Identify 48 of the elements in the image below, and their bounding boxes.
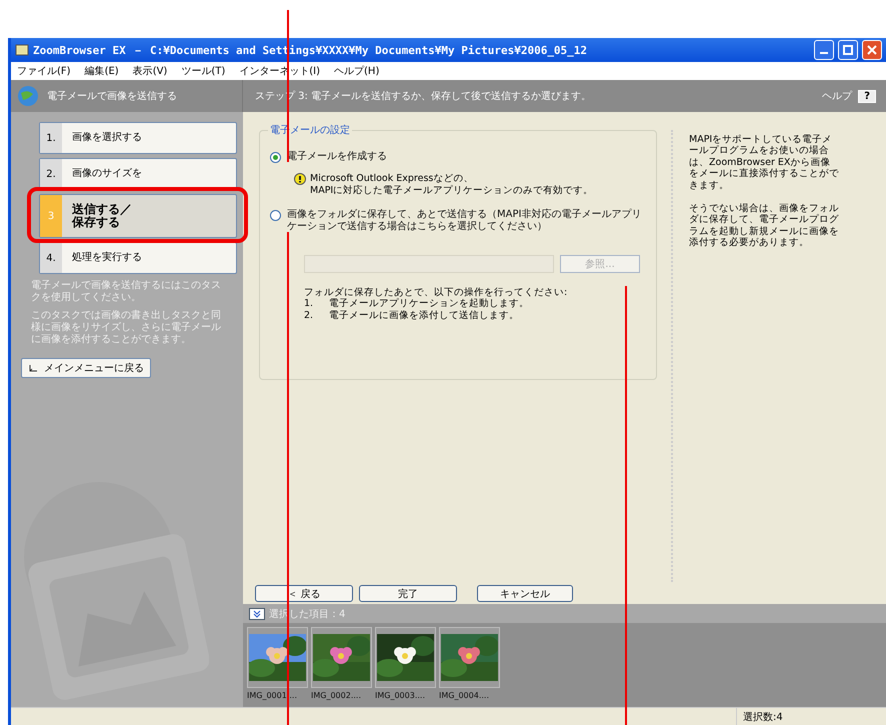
radio-label: 電子メールを作成する <box>287 151 388 163</box>
instructions-text: フォルダに保存したあとで、以下の操作を行ってください: <box>304 286 568 298</box>
selection-count: 選択数:4 <box>736 708 886 725</box>
menu-item[interactable]: ツール(T) <box>181 64 226 78</box>
step-button[interactable]: 3 送信する／保存する <box>39 194 237 238</box>
app-icon <box>15 43 29 57</box>
menu-item[interactable]: ヘルプ(H) <box>334 64 380 78</box>
step-number: 1. <box>304 298 314 310</box>
return-arrow-icon <box>28 363 38 373</box>
thumbnail-caption: IMG_0003.... <box>375 691 426 700</box>
help-button[interactable]: ? <box>858 90 876 102</box>
wizard-button[interactable]: ＜ 戻る <box>255 584 353 602</box>
sidebar-note: 電子メールで画像を送信するにはこのタスクを使用してください。 <box>31 280 222 304</box>
step-button[interactable]: 4. 処理を実行する <box>39 242 237 274</box>
instruction-step: 電子メールに画像を添付して送信します。 <box>329 310 520 321</box>
close-icon <box>867 45 877 55</box>
wizard-button[interactable]: 完了 <box>359 584 457 602</box>
sidebar-note: このタスクでは画像の書き出しタスクと同様に画像をリサイズし、さらに電子メールに画像を添付することができます。 <box>31 310 222 346</box>
wizard-button[interactable]: キャンセル <box>477 584 573 602</box>
close-button[interactable] <box>862 40 882 60</box>
thumbnail[interactable] <box>247 627 308 688</box>
warning-note: Microsoft Outlook Expressなどの、 MAPIに対応した電子メールアプリケーションのみで有効です。 <box>310 173 594 197</box>
main-menu-button[interactable]: メインメニューに戻る <box>21 358 151 378</box>
minimize-button[interactable] <box>814 40 834 60</box>
thumbnail[interactable] <box>375 627 436 688</box>
menu-item[interactable]: 表示(V) <box>132 64 168 78</box>
maximize-button[interactable] <box>838 40 858 60</box>
help-text: MAPIをサポートしている電子メールプログラムをお使いの場合は、ZoomBrowser EXから画像をメールに直接添付することができます。 <box>689 134 839 191</box>
help-label: ヘルプ <box>822 90 852 103</box>
collapse-icon[interactable] <box>249 608 265 620</box>
thumbnail-caption: IMG_0004.... <box>439 691 490 700</box>
step-button[interactable]: 1. 画像を選択する <box>39 122 237 154</box>
menu-item[interactable]: ファイル(F) <box>17 64 71 78</box>
help-text: そうでない場合は、画像をフォルダに保存して、電子メールプログラムを起動し新規メールに画像を添付する必要があります。 <box>689 202 839 249</box>
radio-label: 画像をフォルダに保存して、あとで送信する（MAPI非対応の電子メールアプリケーションで送信する場合はこちらを選択してください） <box>287 208 642 233</box>
maximize-icon <box>843 45 853 55</box>
instruction-step: 電子メールアプリケーションを起動します。 <box>329 298 530 310</box>
globe-icon <box>17 85 39 107</box>
task-title: 電子メールで画像を送信する <box>47 90 177 103</box>
step-button[interactable]: 2. 画像のサイズを <box>39 158 237 190</box>
radio-button[interactable] <box>270 152 281 163</box>
thumbnail[interactable] <box>311 627 372 688</box>
menu-item[interactable]: 編集(E) <box>84 64 119 78</box>
warning-icon <box>294 173 306 185</box>
thumbnail[interactable] <box>439 627 500 688</box>
radio-button[interactable] <box>270 210 281 221</box>
thumbnail-caption: IMG_0002.... <box>311 691 362 700</box>
step-number: 2. <box>304 310 314 321</box>
